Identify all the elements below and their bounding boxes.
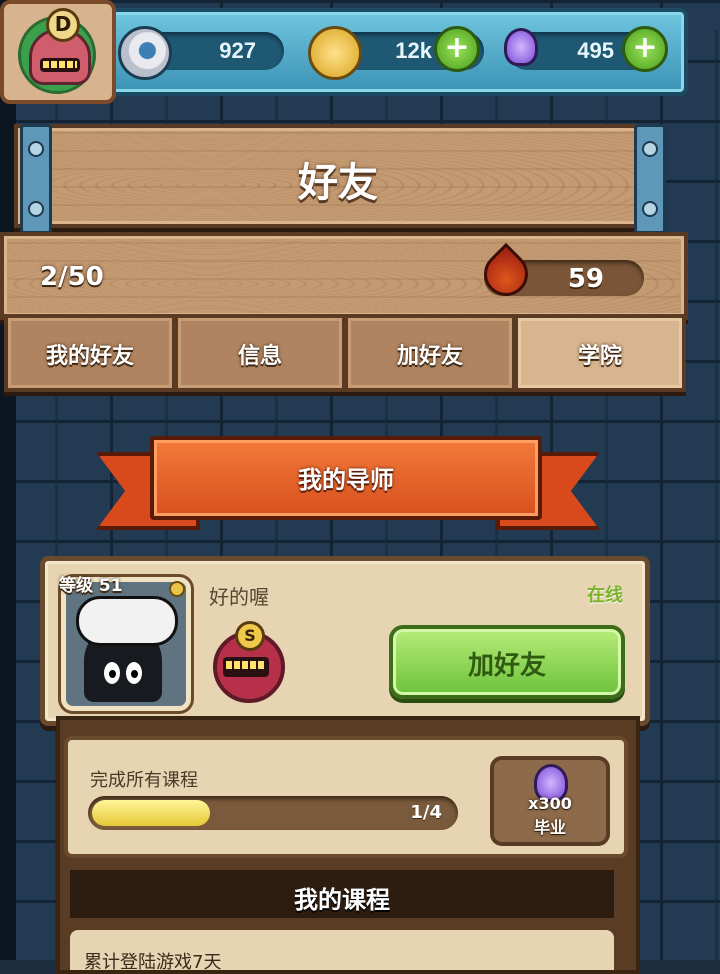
player-avatar[interactable]: D [0, 0, 116, 104]
tab-messages[interactable]: 信息 [174, 314, 346, 392]
goal-label: 完成所有课程 [90, 770, 198, 791]
progress-text: 1/4 [410, 802, 442, 823]
progress-fill [92, 800, 210, 826]
tab-academy[interactable]: 学院 [514, 314, 686, 392]
energy-value: 59 [567, 264, 604, 294]
tab-label: 加好友 [396, 344, 463, 369]
resource-bar: 927 12k + 495 + [100, 8, 688, 96]
online-status: 在线 [587, 585, 623, 606]
friend-count: 2/50 [40, 262, 104, 292]
course-item-label: 累计登陆游戏7天 [84, 952, 222, 970]
mentor-card: 等级 51 好的喔 在线 S 加好友 [40, 556, 650, 726]
friend-stats-bar: 2/50 59 [0, 232, 688, 320]
page-title: 好友 [298, 160, 378, 206]
tab-bar: 我的好友 信息 加好友 学院 [4, 314, 686, 392]
add-potions-button[interactable]: + [622, 26, 668, 72]
my-courses-title: 我的课程 [294, 886, 390, 914]
potion-icon [504, 28, 538, 66]
mentor-section-ribbon: 我的导师 [150, 436, 542, 520]
eyeball-counter: 927 [118, 26, 284, 80]
tab-add-friend[interactable]: 加好友 [344, 314, 516, 392]
mentor-level: 等级 51 [59, 576, 123, 596]
tab-label: 我的好友 [45, 344, 134, 369]
tab-my-friends[interactable]: 我的好友 [4, 314, 176, 392]
mentor-section-title: 我的导师 [298, 466, 394, 494]
mentor-portrait[interactable] [61, 577, 191, 711]
potion-count: 495 [577, 38, 614, 63]
add-coins-button[interactable]: + [434, 26, 480, 72]
status-dot-icon [169, 581, 185, 597]
my-courses-header: 我的课程 [70, 870, 614, 918]
coin-icon [308, 26, 362, 80]
reward-label: 毕业 [533, 818, 566, 837]
graduation-reward[interactable]: x300 毕业 [490, 756, 610, 846]
mentor-hat-icon [76, 596, 178, 646]
coin-count: 12k [395, 38, 432, 63]
eyeball-count: 927 [219, 38, 256, 63]
add-friend-button[interactable]: 加好友 [389, 625, 625, 699]
graduation-goal: 完成所有课程 1/4 x300 毕业 [64, 736, 628, 858]
reward-quantity: x300 [528, 794, 572, 813]
mentor-name: 好的喔 [209, 585, 269, 609]
right-metal-bracket [634, 124, 666, 234]
mentor-rank-letter: S [235, 621, 265, 651]
title-banner: 好友 [14, 124, 662, 228]
left-metal-bracket [20, 124, 52, 234]
tab-label: 信息 [237, 344, 282, 369]
monster-mouth-icon [223, 657, 269, 677]
eyeball-icon [118, 26, 172, 80]
mentor-rank-badge: S [213, 621, 285, 703]
add-friend-label: 加好友 [467, 651, 546, 681]
tab-label: 学院 [577, 344, 622, 369]
course-list-item[interactable]: 累计登陆游戏7天 [70, 930, 614, 970]
player-rank-badge: D [46, 8, 80, 42]
course-progress-bar: 1/4 [88, 796, 458, 830]
